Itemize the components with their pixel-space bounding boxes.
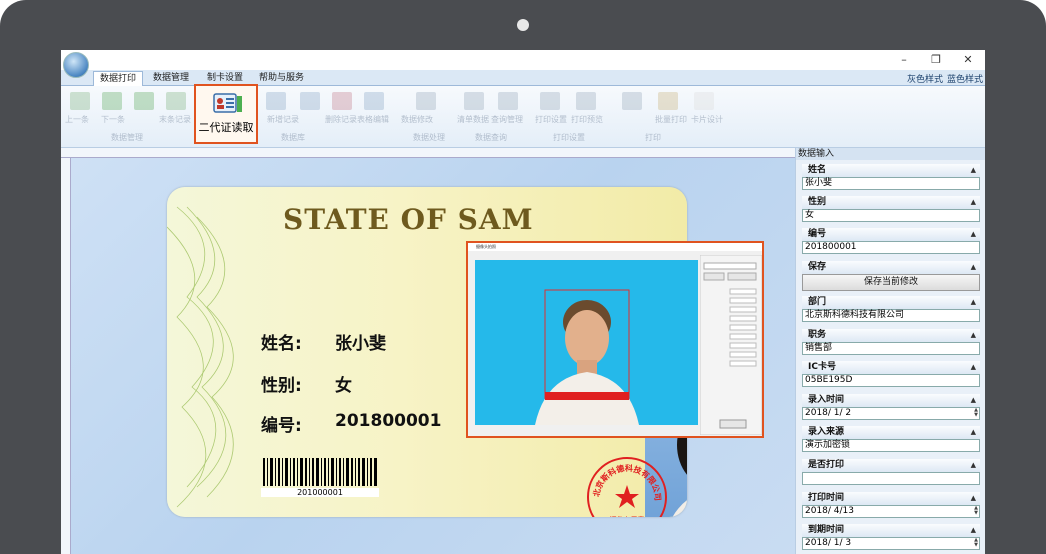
query-manage-button[interactable]	[493, 92, 523, 114]
ribbon-label: 批量打印	[655, 115, 687, 124]
card-number-value: 201800001	[335, 411, 442, 431]
ic-card-input[interactable]: 05BE195D	[802, 374, 980, 387]
date-spinner[interactable]: ▲ ▼	[974, 538, 978, 548]
card-design-button[interactable]	[689, 92, 719, 114]
id-card-read-label: 二代证读取	[198, 121, 254, 134]
card-number-label: 编号:	[261, 416, 302, 436]
print-setup-button[interactable]	[295, 92, 325, 114]
ribbon-label: 数据修改	[401, 115, 433, 124]
gender-input[interactable]: 女	[802, 209, 980, 222]
field-label-printed[interactable]: 是否打印 ▲	[802, 459, 980, 472]
ribbon-label: 打印预览	[571, 115, 603, 124]
field-label-department[interactable]: 部门 ▲	[802, 296, 980, 309]
tab-data-print[interactable]: 数据打印	[93, 71, 144, 86]
ribbon-label: 清单数据	[457, 115, 489, 124]
entry-source-input[interactable]: 演示加密锁	[802, 439, 980, 452]
tab-data-manage[interactable]: 数据管理	[147, 71, 195, 86]
tab-help[interactable]: 帮助与服务	[253, 71, 310, 86]
panel-title: 数据输入	[796, 148, 985, 160]
department-input[interactable]: 北京斯科德科技有限公司	[802, 309, 980, 322]
camera-preview	[475, 260, 698, 425]
position-input[interactable]: 销售部	[802, 342, 980, 355]
app-window: – ❐ ✕ 数据打印 数据管理 制卡设置 帮助与服务 灰色样式 蓝色样式 上一条…	[61, 50, 985, 554]
card-title: STATE OF SAM	[283, 203, 534, 236]
gray-style-link[interactable]: 灰色样式	[907, 72, 943, 85]
ribbon-label: 表格编辑	[357, 115, 389, 124]
batch-print-button[interactable]	[653, 92, 683, 114]
card-gender-value: 女	[335, 376, 352, 396]
ribbon-group-label: 打印	[645, 133, 661, 142]
design-canvas[interactable]: STATE OF SAM 姓名: 张小斐 性别: 女 编号: 201800001	[61, 148, 795, 554]
field-label-expiry[interactable]: 到期时间 ▲	[802, 524, 980, 537]
add-record-button[interactable]	[261, 92, 291, 114]
horizontal-ruler	[61, 148, 795, 158]
ribbon-group-label: 数据管理	[111, 133, 143, 142]
field-label-gender[interactable]: 性别 ▲	[802, 196, 980, 209]
ribbon-label: 查询管理	[491, 115, 523, 124]
data-input-panel: 数据输入 姓名 ▲ 张小斐 性别 ▲ 女 编号 ▲ 201800001 保存 ▲ 保存当…	[795, 148, 985, 554]
card-name-label: 姓名:	[261, 334, 302, 354]
list-data-button[interactable]	[459, 92, 489, 114]
ribbon-label: 打印设置	[535, 115, 567, 124]
camera-settings-panel[interactable]	[699, 254, 763, 436]
print-time-input[interactable]: 2018/ 4/13 ▲ ▼	[802, 505, 980, 518]
ribbon-label: 末条记录	[159, 115, 191, 124]
save-changes-button[interactable]: 保存当前修改	[802, 274, 980, 291]
field-label-print-time[interactable]: 打印时间 ▲	[802, 492, 980, 505]
ribbon-group-label: 打印设置	[553, 133, 585, 142]
close-button[interactable]: ✕	[953, 52, 983, 68]
field-label-entry-source[interactable]: 录入来源 ▲	[802, 426, 980, 439]
print-preview-button[interactable]	[571, 92, 601, 114]
data-process-button[interactable]	[411, 92, 441, 114]
vertical-ruler	[61, 158, 71, 554]
delete-record-button[interactable]	[327, 92, 357, 114]
field-label-save[interactable]: 保存 ▲	[802, 261, 980, 274]
barcode-number: 201000001	[261, 488, 379, 497]
printed-input[interactable]	[802, 472, 980, 485]
prev-record-button[interactable]	[97, 92, 127, 114]
webcam-dot	[517, 19, 529, 31]
expiry-input[interactable]: 2018/ 1/ 3 ▲ ▼	[802, 537, 980, 550]
app-logo-icon[interactable]	[63, 52, 89, 78]
field-label-position[interactable]: 职务 ▲	[802, 329, 980, 342]
card-name-value: 张小斐	[335, 334, 386, 354]
field-label-ic-card[interactable]: IC卡号 ▲	[802, 361, 980, 374]
title-bar: – ❐ ✕	[61, 50, 985, 70]
blue-style-link[interactable]: 蓝色样式	[947, 72, 983, 85]
ribbon-label: 卡片设计	[691, 115, 723, 124]
date-spinner[interactable]: ▲ ▼	[974, 506, 978, 516]
ribbon-group-label: 数据库	[281, 133, 305, 142]
ribbon-label: 删除记录	[325, 115, 357, 124]
company-seal: 北京斯科德科技有限公司 证件专用章	[587, 457, 667, 517]
camera-window-title: 摄像头拍照	[468, 243, 762, 251]
ribbon-label: 上一条	[65, 115, 89, 124]
id-card-icon	[213, 92, 243, 116]
field-label-name[interactable]: 姓名 ▲	[802, 164, 980, 177]
ribbon-label: 下一条	[101, 115, 125, 124]
name-input[interactable]: 张小斐	[802, 177, 980, 190]
entry-time-input[interactable]: 2018/ 1/ 2 ▲ ▼	[802, 407, 980, 420]
last-record-button[interactable]	[161, 92, 191, 114]
field-label-number[interactable]: 编号 ▲	[802, 228, 980, 241]
next-record-button[interactable]	[129, 92, 159, 114]
ribbon-group-label: 数据处理	[413, 133, 445, 142]
print-settings-button[interactable]	[535, 92, 565, 114]
date-spinner[interactable]: ▲ ▼	[974, 408, 978, 418]
svg-text:证件专用章: 证件专用章	[610, 515, 645, 517]
id-card-read-button[interactable]: 二代证读取	[194, 84, 258, 144]
ribbon-label: 新增记录	[267, 115, 299, 124]
first-record-button[interactable]	[65, 92, 95, 114]
table-edit-button[interactable]	[359, 92, 389, 114]
camera-capture-window[interactable]: 摄像头拍照	[466, 241, 764, 438]
restore-button[interactable]: ❐	[921, 52, 951, 68]
number-input[interactable]: 201800001	[802, 241, 980, 254]
minimize-button[interactable]: –	[889, 52, 919, 68]
card-gender-label: 性别:	[261, 376, 302, 396]
guilloche-pattern	[167, 206, 234, 508]
barcode	[263, 458, 377, 486]
print-button[interactable]	[617, 92, 647, 114]
ribbon-group-label: 数据查询	[475, 133, 507, 142]
field-label-entry-time[interactable]: 录入时间 ▲	[802, 394, 980, 407]
